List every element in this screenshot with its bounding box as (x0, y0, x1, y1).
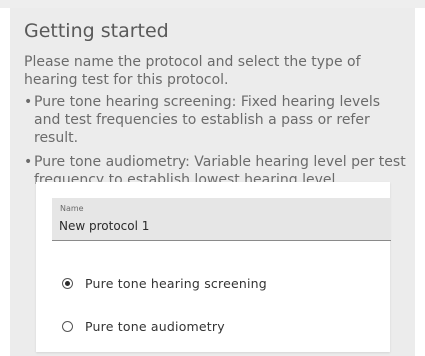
intro-text: Please name the protocol and select the … (24, 54, 361, 88)
protocol-form-card: Name Pure tone hearing screening Pure to… (36, 182, 391, 352)
radio-option-screening[interactable]: Pure tone hearing screening (62, 273, 267, 293)
name-field-label: Name (60, 204, 84, 213)
page-title: Getting started (24, 20, 169, 42)
description-list: Pure tone hearing screening: Fixed heari… (24, 93, 408, 195)
radio-label-screening: Pure tone hearing screening (85, 275, 267, 291)
radio-unselected-icon[interactable] (62, 320, 73, 332)
getting-started-panel: Getting started Please name the protocol… (10, 8, 415, 356)
radio-label-audiometry: Pure tone audiometry (85, 318, 225, 334)
top-strip (0, 0, 425, 8)
bullet-screening: Pure tone hearing screening: Fixed heari… (24, 93, 408, 147)
name-field[interactable]: Name (52, 198, 391, 241)
radio-option-audiometry[interactable]: Pure tone audiometry (62, 316, 225, 336)
name-input[interactable] (59, 217, 379, 235)
window: Getting started Please name the protocol… (0, 0, 425, 356)
radio-selected-icon[interactable] (62, 277, 73, 289)
